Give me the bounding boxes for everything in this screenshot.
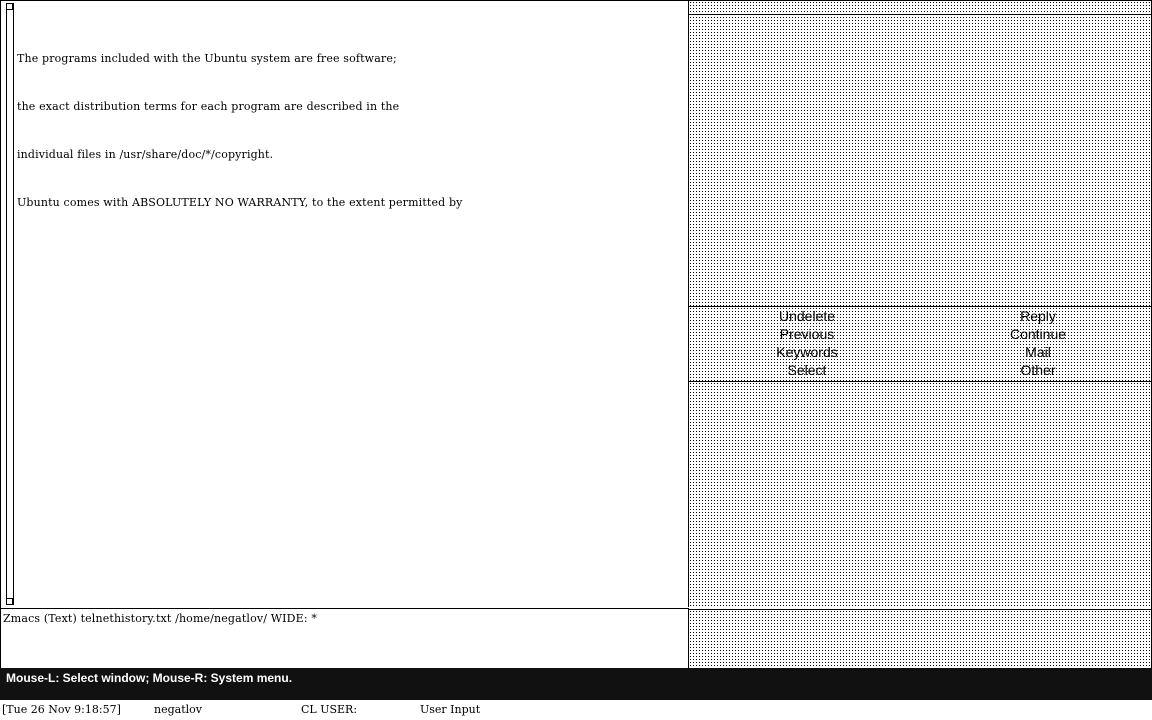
right-middle-pane[interactable]: [689, 382, 1151, 608]
status-user: negatlov: [154, 703, 202, 716]
mouse-doc-text: Mouse-L: Select window; Mouse-R: System …: [6, 671, 293, 685]
mode-line[interactable]: Zmacs (Text) telnethistory.txt /home/neg…: [1, 608, 689, 668]
select-button[interactable]: Select: [727, 361, 887, 379]
status-state: User Input: [420, 703, 481, 716]
mode-line-text: Zmacs (Text) telnethistory.txt /home/neg…: [3, 612, 317, 625]
scroll-bar[interactable]: [6, 3, 14, 605]
status-line: [Tue 26 Nov 9:18:57] negatlov CL USER: U…: [0, 700, 1152, 720]
other-button[interactable]: Other: [958, 361, 1118, 379]
previous-button[interactable]: Previous: [727, 325, 887, 343]
keywords-button[interactable]: Keywords: [727, 343, 887, 361]
divider: [689, 14, 1151, 15]
buffer-line: Ubuntu comes with ABSOLUTELY NO WARRANTY…: [17, 196, 463, 209]
scroll-bottom-box[interactable]: [6, 598, 13, 605]
continue-button[interactable]: Continue: [958, 325, 1118, 343]
scroll-top-box[interactable]: [6, 3, 13, 10]
buffer-line: the exact distribution terms for each pr…: [17, 100, 400, 113]
mouse-doc-line: Mouse-L: Select window; Mouse-R: System …: [0, 668, 1152, 700]
right-top-pane[interactable]: [689, 1, 1151, 306]
undelete-button[interactable]: Undelete: [727, 307, 887, 325]
mail-button[interactable]: Mail: [958, 343, 1118, 361]
command-menu: Undelete Previous Keywords Select Reply …: [689, 306, 1151, 382]
right-bottom-pane[interactable]: [689, 609, 1151, 668]
reply-button[interactable]: Reply: [958, 307, 1118, 325]
buffer-text[interactable]: The programs included with the Ubuntu sy…: [17, 19, 463, 243]
buffer-line: individual files in /usr/share/doc/*/cop…: [17, 148, 274, 161]
buffer-line: The programs included with the Ubuntu sy…: [17, 52, 397, 65]
status-package: CL USER:: [301, 703, 358, 716]
status-datetime: [Tue 26 Nov 9:18:57]: [2, 703, 121, 716]
editor-pane[interactable]: The programs included with the Ubuntu sy…: [1, 1, 689, 607]
